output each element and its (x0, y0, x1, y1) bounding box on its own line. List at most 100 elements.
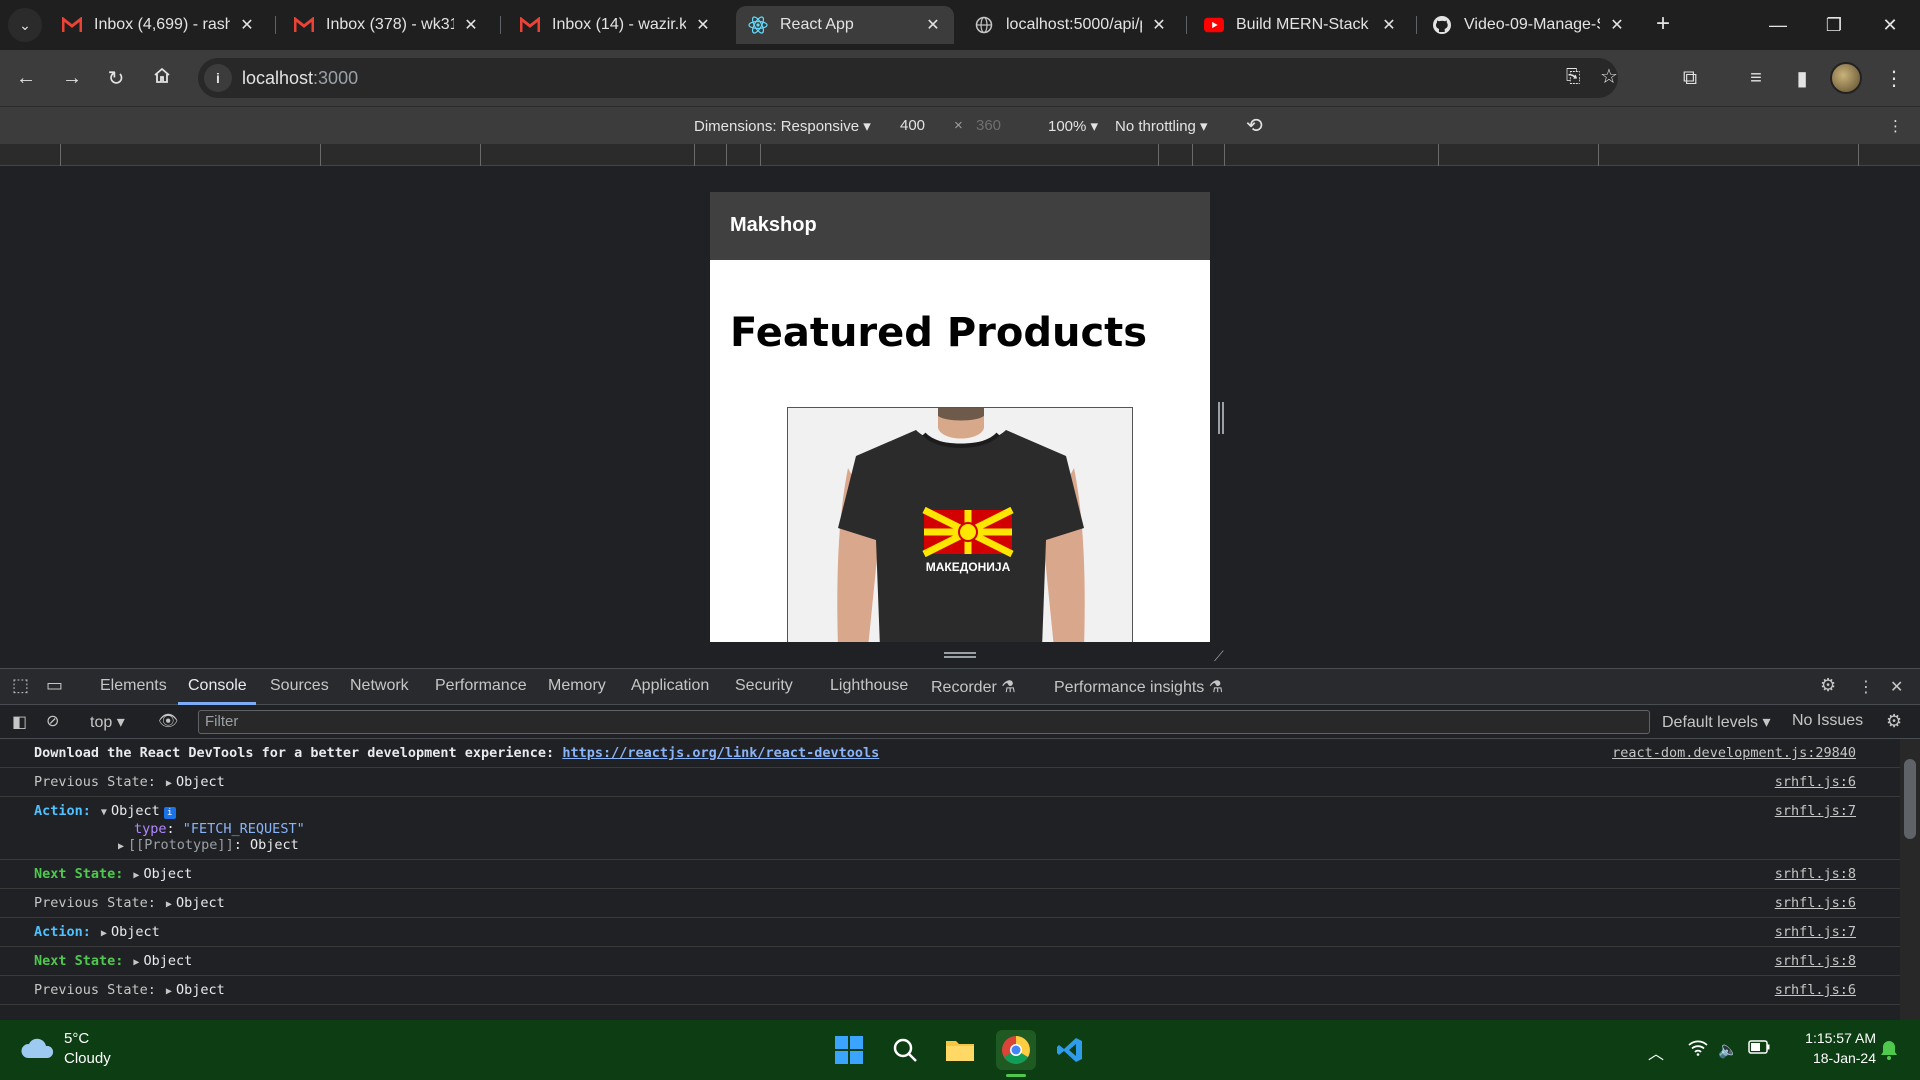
address-bar[interactable]: i localhost:3000 ⎘ ☆ (198, 58, 1618, 98)
dimensions-dropdown[interactable]: Dimensions: Responsive ▾ (694, 117, 871, 135)
tab-performance-insights[interactable]: Performance insights ⚗ (1054, 677, 1223, 697)
device-toggle-icon[interactable]: ▭ (46, 675, 63, 696)
reload-button[interactable]: ↻ (98, 60, 134, 96)
source-link[interactable]: srhfl.js:8 (1775, 953, 1856, 969)
browser-tab[interactable]: localhost:5000/api/pr ✕ (962, 6, 1180, 44)
close-devtools-icon[interactable]: ✕ (1890, 677, 1903, 697)
object-prototype[interactable]: ▶ [[Prototype]]: Object (34, 837, 1900, 853)
info-icon[interactable]: i (163, 807, 176, 819)
browser-tab-active[interactable]: React App ✕ (736, 6, 954, 44)
close-icon[interactable]: ✕ (694, 15, 712, 35)
show-hidden-icons-chevron-icon[interactable]: ︿ (1648, 1040, 1664, 1064)
triangle-right-icon[interactable]: ▶ (133, 870, 139, 881)
context-selector[interactable]: top ▾ (90, 712, 125, 732)
browser-tab[interactable]: Video-09-Manage-St ✕ (1420, 6, 1638, 44)
console-settings-gear-icon[interactable]: ⚙ (1886, 711, 1902, 732)
settings-gear-icon[interactable]: ⚙ (1820, 675, 1836, 696)
height-input[interactable]: 360 (976, 117, 1001, 134)
device-options-kebab-icon[interactable]: ⋮ (1888, 117, 1903, 135)
resize-handle-vertical[interactable] (944, 652, 976, 658)
tab-application[interactable]: Application (631, 677, 709, 695)
new-tab-button[interactable]: + (1648, 10, 1678, 40)
side-panel-button[interactable]: ▮ (1784, 60, 1820, 96)
triangle-right-icon[interactable]: ▶ (166, 778, 172, 789)
close-icon[interactable]: ✕ (238, 15, 256, 35)
close-icon[interactable]: ✕ (1608, 15, 1626, 35)
console-filter-input[interactable]: Filter (198, 710, 1650, 734)
throttling-dropdown[interactable]: No throttling ▾ (1115, 117, 1208, 135)
extensions-button[interactable]: ⧉ (1672, 60, 1708, 96)
triangle-right-icon[interactable]: ▶ (166, 899, 172, 910)
browser-tab[interactable]: Build MERN-Stack EC ✕ (1192, 6, 1410, 44)
browser-tab[interactable]: Inbox (4,699) - rashid ✕ (50, 6, 268, 44)
source-link[interactable]: react-dom.development.js:29840 (1612, 745, 1856, 761)
bookmark-star-icon[interactable]: ☆ (1600, 64, 1618, 89)
tab-network[interactable]: Network (350, 677, 409, 695)
home-button[interactable] (144, 60, 180, 96)
product-card-image[interactable]: МАКЕДОНИЈА (787, 407, 1133, 642)
resize-corner-icon[interactable]: ⟋ (1214, 648, 1224, 665)
source-link[interactable]: srhfl.js:8 (1775, 866, 1856, 882)
brand-link[interactable]: Makshop (730, 214, 817, 236)
zoom-dropdown[interactable]: 100% ▾ (1048, 117, 1098, 135)
tab-memory[interactable]: Memory (548, 677, 606, 695)
chrome-taskbar-button[interactable] (996, 1030, 1036, 1070)
clock-time[interactable]: 1:15:57 AM (1790, 1030, 1876, 1046)
minimize-button[interactable]: — (1750, 0, 1806, 50)
tab-console[interactable]: Console (188, 677, 247, 695)
source-link[interactable]: srhfl.js:7 (1775, 924, 1856, 940)
devtools-kebab-icon[interactable]: ⋮ (1858, 677, 1874, 697)
source-link[interactable]: srhfl.js:7 (1775, 803, 1856, 819)
file-explorer-button[interactable] (940, 1030, 980, 1070)
triangle-right-icon[interactable]: ▶ (166, 986, 172, 997)
search-button[interactable] (885, 1030, 925, 1070)
weather-cloud-icon[interactable] (20, 1034, 56, 1065)
site-info-icon[interactable]: i (204, 64, 232, 92)
tab-security[interactable]: Security (735, 677, 793, 695)
clear-console-icon[interactable]: ⊘ (46, 711, 59, 731)
tab-lighthouse[interactable]: Lighthouse (830, 677, 908, 695)
browser-tab[interactable]: Inbox (14) - wazir.kha ✕ (508, 6, 724, 44)
media-controls-button[interactable]: ≡ (1738, 60, 1774, 96)
browser-menu-button[interactable]: ⋮ (1876, 60, 1912, 96)
vscode-taskbar-button[interactable] (1050, 1030, 1090, 1070)
width-input[interactable]: 400 (900, 117, 925, 134)
notification-bell-icon[interactable] (1880, 1040, 1898, 1065)
live-expression-eye-icon[interactable]: 👁 (158, 711, 178, 731)
media-query-ruler[interactable] (0, 144, 1920, 166)
source-link[interactable]: srhfl.js:6 (1775, 774, 1856, 790)
close-window-button[interactable]: ✕ (1862, 0, 1918, 50)
tab-elements[interactable]: Elements (100, 677, 167, 695)
weather-temp[interactable]: 5°C (64, 1030, 89, 1047)
tab-performance[interactable]: Performance (435, 677, 527, 695)
triangle-down-icon[interactable]: ▼ (101, 807, 107, 818)
forward-button[interactable]: → (54, 60, 90, 96)
tab-search-button[interactable]: ⌄ (8, 8, 42, 42)
source-link[interactable]: srhfl.js:6 (1775, 982, 1856, 998)
back-button[interactable]: ← (8, 60, 44, 96)
close-icon[interactable]: ✕ (462, 15, 480, 35)
resize-handle-horizontal[interactable] (1218, 402, 1224, 434)
profile-avatar[interactable] (1830, 62, 1862, 94)
console-scrollbar-thumb[interactable] (1904, 759, 1916, 839)
react-devtools-link[interactable]: https://reactjs.org/link/react-devtools (562, 745, 879, 761)
triangle-right-icon[interactable]: ▶ (101, 928, 107, 939)
volume-icon[interactable]: 🔈 (1718, 1040, 1738, 1060)
inspect-element-icon[interactable]: ⬚ (12, 675, 29, 696)
restore-button[interactable]: ❐ (1806, 0, 1862, 50)
wifi-icon[interactable] (1688, 1040, 1708, 1061)
start-button[interactable] (829, 1030, 869, 1070)
browser-tab[interactable]: Inbox (378) - wk3134 ✕ (282, 6, 492, 44)
issues-counter[interactable]: No Issues (1792, 712, 1863, 730)
clock-date[interactable]: 18-Jan-24 (1790, 1050, 1876, 1066)
tab-sources[interactable]: Sources (270, 677, 329, 695)
close-icon[interactable]: ✕ (924, 15, 942, 35)
log-levels-dropdown[interactable]: Default levels ▾ (1662, 712, 1771, 732)
sidebar-toggle-icon[interactable]: ◧ (12, 712, 27, 732)
source-link[interactable]: srhfl.js:6 (1775, 895, 1856, 911)
close-icon[interactable]: ✕ (1150, 15, 1168, 35)
rotate-icon[interactable]: ⟲ (1246, 113, 1263, 138)
close-icon[interactable]: ✕ (1380, 15, 1398, 35)
battery-icon[interactable] (1748, 1040, 1770, 1059)
triangle-right-icon[interactable]: ▶ (133, 957, 139, 968)
